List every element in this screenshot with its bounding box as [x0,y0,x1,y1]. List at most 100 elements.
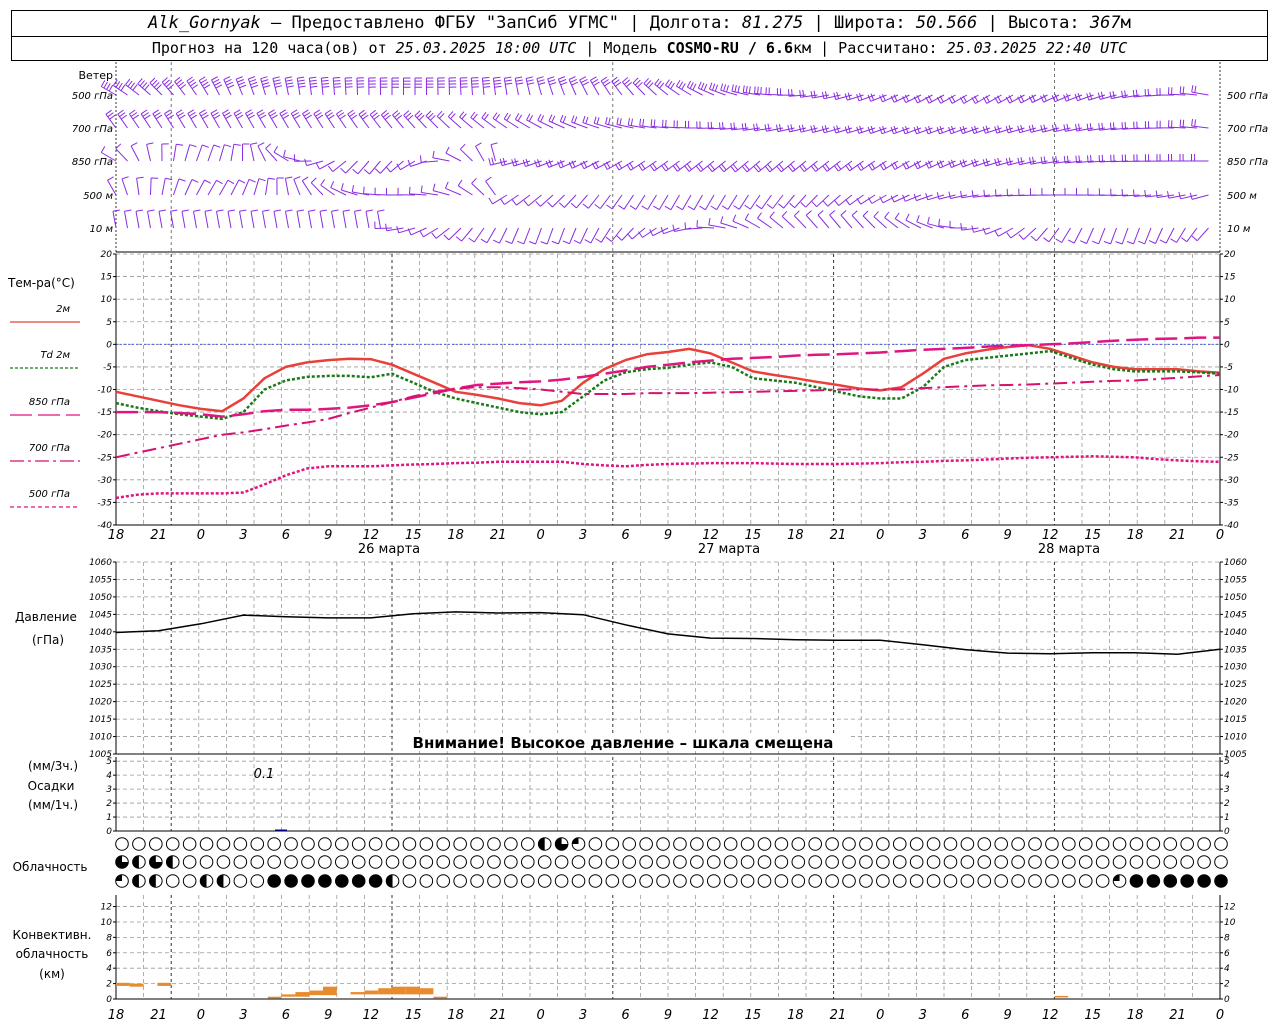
conv-axis-hour-label: 3 [579,1008,587,1023]
wind-barb [257,142,266,162]
precip-tick-left: 0 [106,827,112,837]
cloud-symbol [267,837,281,851]
wind-level-label-right: 850 гПа [1227,157,1268,168]
conv-bar [157,982,172,986]
wind-barb [227,209,235,229]
precip-unit-1h: (мм/1ч.) [28,798,78,812]
wind-barb [265,177,276,196]
cloud-symbol [487,874,501,888]
cloud-symbol [1129,874,1144,888]
wind-barb [536,76,546,96]
cloud-symbol [537,874,552,888]
cloud-symbol [723,874,738,888]
conv-bar [350,992,365,995]
conv-axis-hour-label: 0 [1216,1008,1224,1023]
cloud-symbol [335,837,349,851]
cloud-symbol [842,874,856,888]
cloud-symbol [960,837,975,851]
cloud-symbol [419,837,434,851]
cloud-symbol [1112,855,1127,869]
wind-barb [235,76,247,96]
wind-barb [409,186,427,196]
wind-barb [696,220,715,229]
cloud-symbol [1078,855,1093,869]
cloud-symbol [994,855,1009,869]
wind-barb [216,209,224,229]
pressure-tick-right: 1015 [1224,715,1247,725]
conv-tick-left: 6 [106,949,112,959]
cloud-symbol [470,855,484,869]
conv-axis-hour-label: 15 [1084,1008,1101,1023]
temp-axis-hour-label: 18 [787,528,804,543]
conv-bar [295,992,310,997]
wind-barb [447,111,462,129]
cloud-symbol [1095,855,1110,869]
wind-barb [198,109,209,129]
cloud-symbol [1062,874,1076,888]
cloud-symbol [318,837,332,851]
pressure-tick-right: 1020 [1224,698,1247,708]
temp-axis-hour-label: 12 [1042,528,1059,543]
wind-barb [256,109,267,129]
cloud-symbol-fill [1113,874,1120,881]
temp-tick-right: 5 [1224,318,1230,328]
cloud-symbol [1214,874,1228,888]
wind-barb [514,76,524,96]
wind-barb [488,194,508,205]
wind-barb [308,76,318,96]
cloud-symbol-fill [572,837,579,844]
cloud-symbol [859,855,873,869]
wind-barb [320,76,330,96]
wind-barb [547,76,557,96]
wind-barb [196,144,209,162]
wind-barb [207,144,221,162]
wind-barb [414,110,427,129]
conv-axis-hour-label: 21 [1169,1008,1186,1023]
cloud-symbol [622,837,637,851]
wind-barb [319,209,327,229]
wind-barb [643,78,657,96]
wind-barb [731,84,749,96]
wind-barb [884,211,899,229]
cloud-symbol [723,855,738,869]
wind-barb [284,176,293,196]
wind-barb [632,77,646,96]
wind-barb [777,194,795,209]
wind-barb [481,76,491,96]
conv-axis-hour-label: 15 [405,1008,422,1023]
wind-barb [605,116,623,129]
cloud-symbol [368,855,383,869]
cloud-symbol-fill [386,874,393,888]
wind-barb [302,109,312,129]
cloud-symbol [453,837,467,851]
cloud-symbol [368,874,383,888]
pressure-tick-right: 1010 [1224,733,1247,743]
temp-tick-right: -30 [1224,476,1239,486]
pressure-title: Давление [15,610,77,624]
wind-barb [150,177,159,196]
wind-barb [196,179,211,196]
conv-tick-right: 2 [1224,980,1230,990]
cloud-symbol-fill [200,874,207,888]
wind-barb [500,194,519,205]
temp-legend-label: 2м [56,304,70,315]
temp-axis-hour-label: 6 [282,528,290,543]
wind-barb [396,225,416,234]
wind-barb [365,209,373,229]
pressure-tick-left: 1025 [89,680,112,690]
wind-barb [492,227,508,244]
precip-tick-right: 2 [1224,799,1230,809]
wind-barb [1076,188,1094,196]
cloud-symbol [216,837,231,851]
cloud-symbol [1129,837,1144,851]
wind-barb [638,227,657,238]
conv-axis-hour-label: 3 [239,1008,247,1023]
wind-barb [184,179,199,196]
cloud-symbol [1045,855,1059,869]
cloud-symbol [791,837,806,851]
conv-axis-hour-label: 21 [490,1008,507,1023]
cloud-symbol [520,855,535,869]
pressure-tick-right: 1025 [1224,680,1247,690]
wind-barb [293,176,301,196]
cloud-symbol [706,837,721,851]
